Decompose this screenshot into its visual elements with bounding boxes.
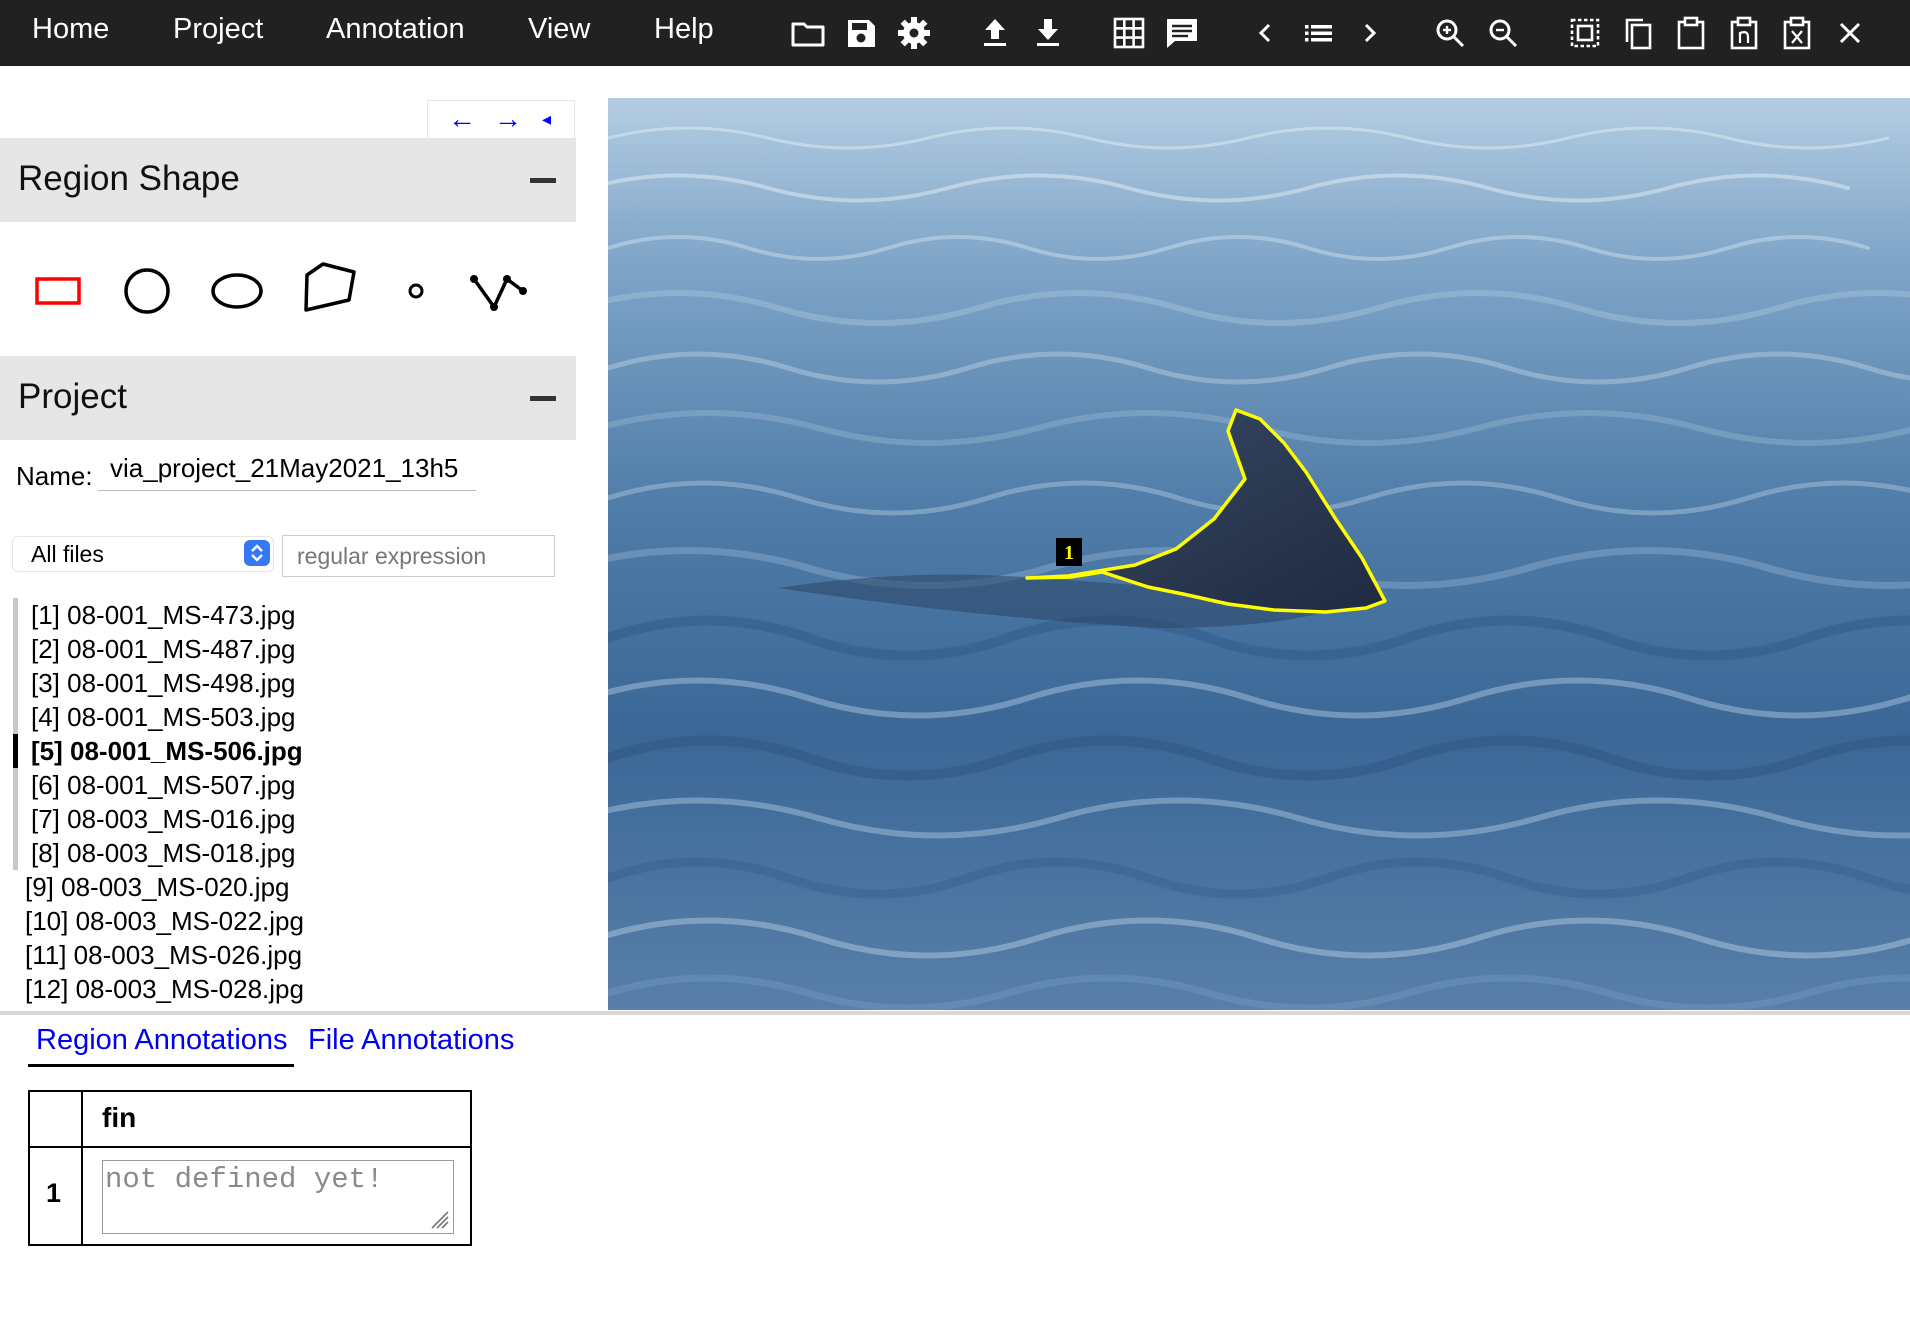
polygon-shape-tool[interactable] bbox=[286, 248, 366, 328]
project-panel-title: Project bbox=[18, 377, 127, 416]
active-tab-underline bbox=[28, 1064, 294, 1067]
annotated-image[interactable]: 1 bbox=[608, 98, 1910, 1010]
top-menu-bar: Home Project Annotation View Help bbox=[0, 0, 1910, 66]
polyline-icon bbox=[470, 275, 527, 311]
file-item[interactable]: [4] 08-001_MS-503.jpg bbox=[31, 700, 296, 734]
editor-divider[interactable] bbox=[0, 1011, 1910, 1015]
circle-icon bbox=[124, 268, 170, 314]
panel-next-arrow[interactable]: → bbox=[494, 103, 522, 135]
file-item[interactable]: [12] 08-003_MS-028.jpg bbox=[25, 972, 304, 1006]
file-item[interactable]: [9] 08-003_MS-020.jpg bbox=[25, 870, 290, 904]
collapse-project-icon[interactable] bbox=[530, 396, 556, 401]
open-folder-icon[interactable] bbox=[788, 13, 828, 53]
circle-shape-tool[interactable] bbox=[107, 248, 187, 328]
panel-toggle-arrow[interactable]: ◂ bbox=[542, 109, 551, 130]
file-item[interactable]: [7] 08-003_MS-016.jpg bbox=[31, 802, 296, 836]
grid-view-icon[interactable] bbox=[1109, 13, 1149, 53]
regex-filter-input[interactable] bbox=[282, 535, 555, 577]
settings-icon[interactable] bbox=[894, 13, 934, 53]
region-row-id: 1 bbox=[46, 1178, 62, 1208]
point-icon bbox=[408, 283, 424, 299]
file-filter-select[interactable]: All files bbox=[12, 536, 274, 572]
annotation-table: fin 1 bbox=[28, 1090, 472, 1246]
delete-region-icon[interactable] bbox=[1777, 13, 1817, 53]
rectangle-shape-tool[interactable] bbox=[18, 248, 98, 328]
select-all-icon[interactable] bbox=[1565, 13, 1605, 53]
menu-view[interactable]: View bbox=[528, 10, 590, 48]
previous-icon[interactable] bbox=[1245, 13, 1285, 53]
file-filter-value: All files bbox=[31, 541, 104, 567]
close-icon[interactable] bbox=[1830, 13, 1870, 53]
point-shape-tool[interactable] bbox=[376, 248, 456, 328]
comment-icon[interactable] bbox=[1162, 13, 1202, 53]
file-item[interactable]: [8] 08-003_MS-018.jpg bbox=[31, 836, 296, 870]
file-list-scrollbar bbox=[13, 600, 18, 732]
project-name-input[interactable] bbox=[98, 447, 476, 491]
rectangle-icon bbox=[35, 277, 81, 305]
ellipse-shape-tool[interactable] bbox=[197, 248, 277, 328]
zoom-in-icon[interactable] bbox=[1430, 13, 1470, 53]
next-icon[interactable] bbox=[1350, 13, 1390, 53]
current-file-marker bbox=[13, 734, 18, 768]
collapse-region-shape-icon[interactable] bbox=[530, 178, 556, 183]
menu-annotation[interactable]: Annotation bbox=[326, 10, 465, 48]
file-item[interactable]: [2] 08-001_MS-487.jpg bbox=[31, 632, 296, 666]
file-item[interactable]: [6] 08-001_MS-507.jpg bbox=[31, 768, 296, 802]
zoom-out-icon[interactable] bbox=[1483, 13, 1523, 53]
download-icon[interactable] bbox=[1028, 13, 1068, 53]
file-item[interactable]: [1] 08-001_MS-473.jpg bbox=[31, 598, 296, 632]
file-item[interactable]: [11] 08-003_MS-026.jpg bbox=[25, 938, 302, 972]
paste-icon[interactable] bbox=[1671, 13, 1711, 53]
polygon-icon bbox=[304, 262, 356, 312]
menu-home[interactable]: Home bbox=[32, 10, 109, 48]
save-icon[interactable] bbox=[841, 13, 881, 53]
paste-n-icon[interactable] bbox=[1724, 13, 1764, 53]
project-panel-header[interactable]: Project bbox=[0, 356, 576, 440]
table-divider bbox=[81, 1092, 83, 1244]
ellipse-icon bbox=[211, 273, 263, 309]
region-label: 1 bbox=[1064, 542, 1074, 564]
attribute-column-header: fin bbox=[102, 1102, 137, 1133]
menu-help[interactable]: Help bbox=[654, 10, 714, 48]
file-list-scrollbar bbox=[13, 768, 18, 870]
panel-prev-arrow[interactable]: ← bbox=[448, 103, 476, 135]
upload-icon[interactable] bbox=[975, 13, 1015, 53]
project-name-label: Name: bbox=[16, 461, 93, 491]
file-item[interactable]: [10] 08-003_MS-022.jpg bbox=[25, 904, 304, 938]
table-divider bbox=[30, 1146, 470, 1148]
file-item-current[interactable]: [5] 08-001_MS-506.jpg bbox=[31, 734, 303, 768]
copy-icon[interactable] bbox=[1618, 13, 1658, 53]
select-arrows-icon bbox=[244, 540, 270, 566]
tab-file-annotations[interactable]: File Annotations bbox=[308, 1024, 514, 1057]
region-shape-panel-header[interactable]: Region Shape bbox=[0, 138, 576, 222]
file-item[interactable]: [3] 08-001_MS-498.jpg bbox=[31, 666, 296, 700]
list-icon[interactable] bbox=[1298, 13, 1338, 53]
fin-attribute-textarea[interactable] bbox=[102, 1160, 454, 1234]
tab-region-annotations[interactable]: Region Annotations bbox=[36, 1024, 288, 1057]
polyline-shape-tool[interactable] bbox=[460, 248, 540, 328]
image-canvas[interactable]: 1 bbox=[608, 98, 1910, 1010]
menu-project[interactable]: Project bbox=[173, 10, 263, 48]
panel-navigation: ← → ◂ bbox=[427, 100, 575, 139]
region-shape-title: Region Shape bbox=[18, 159, 240, 198]
